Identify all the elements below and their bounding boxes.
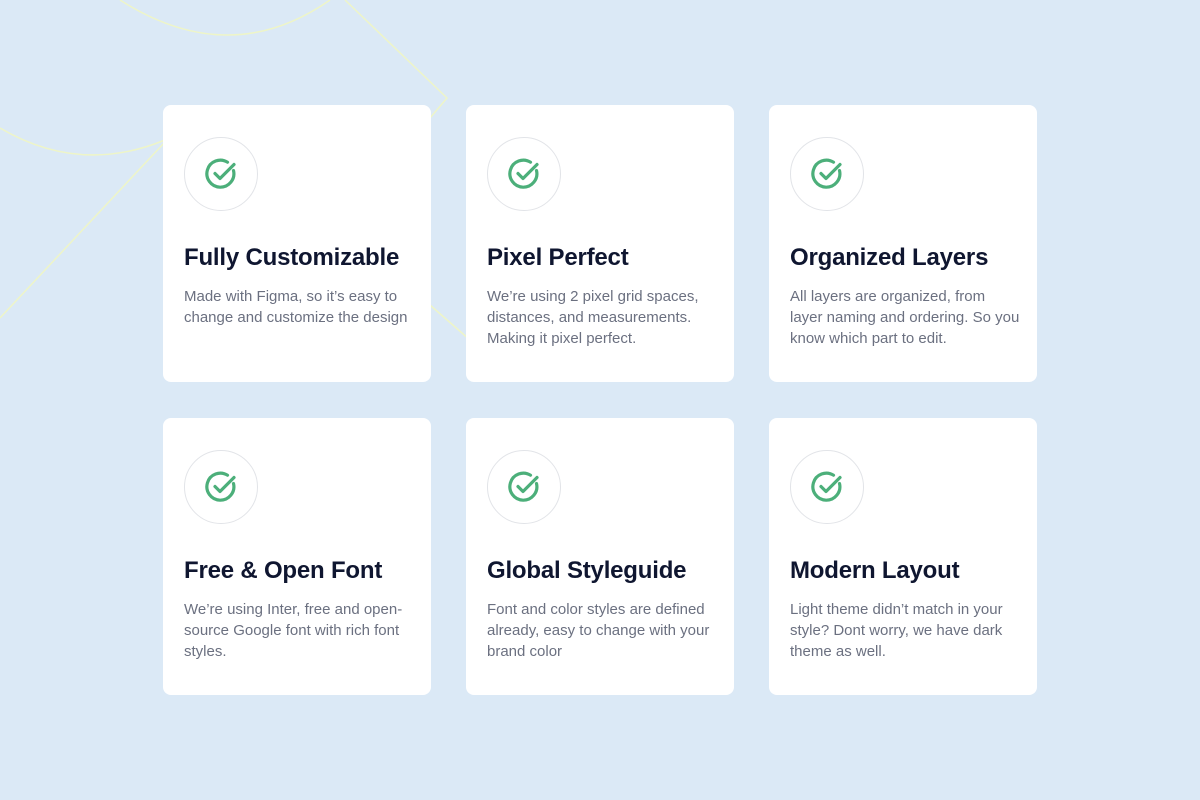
feature-card-organized-layers: Organized Layers All layers are organize… <box>769 105 1037 382</box>
icon-ring <box>184 137 258 211</box>
check-circle-icon <box>811 158 842 189</box>
feature-title: Organized Layers <box>790 244 989 271</box>
check-circle-icon <box>508 471 539 502</box>
feature-description: All layers are organized, from layer nam… <box>790 288 1020 347</box>
feature-description: We’re using Inter, free and open-source … <box>184 601 403 660</box>
icon-ring <box>487 450 561 524</box>
feature-title: Free & Open Font <box>184 557 383 584</box>
feature-card-pixel-perfect: Pixel Perfect We’re using 2 pixel grid s… <box>466 105 734 382</box>
check-circle-icon <box>205 471 236 502</box>
feature-card-global-styleguide: Global Styleguide Font and color styles … <box>466 418 734 695</box>
feature-description: Light theme didn’t match in your style? … <box>790 601 1003 660</box>
icon-ring <box>790 450 864 524</box>
feature-title: Fully Customizable <box>184 244 400 271</box>
feature-description: Made with Figma, so it’s easy to change … <box>184 288 408 326</box>
feature-card-free-open-font: Free & Open Font We’re using Inter, free… <box>163 418 431 695</box>
feature-title: Global Styleguide <box>487 557 687 584</box>
icon-ring <box>790 137 864 211</box>
icon-ring <box>487 137 561 211</box>
feature-grid: Fully Customizable Made with Figma, so i… <box>163 105 1037 695</box>
check-circle-icon <box>811 471 842 502</box>
icon-ring <box>184 450 258 524</box>
feature-card-fully-customizable: Fully Customizable Made with Figma, so i… <box>163 105 431 382</box>
feature-description: We’re using 2 pixel grid spaces, distanc… <box>487 288 699 347</box>
feature-card-modern-layout: Modern Layout Light theme didn’t match i… <box>769 418 1037 695</box>
feature-title: Pixel Perfect <box>487 244 629 271</box>
feature-description: Font and color styles are defined alread… <box>487 601 710 660</box>
check-circle-icon <box>508 158 539 189</box>
feature-title: Modern Layout <box>790 557 960 584</box>
check-circle-icon <box>205 158 236 189</box>
